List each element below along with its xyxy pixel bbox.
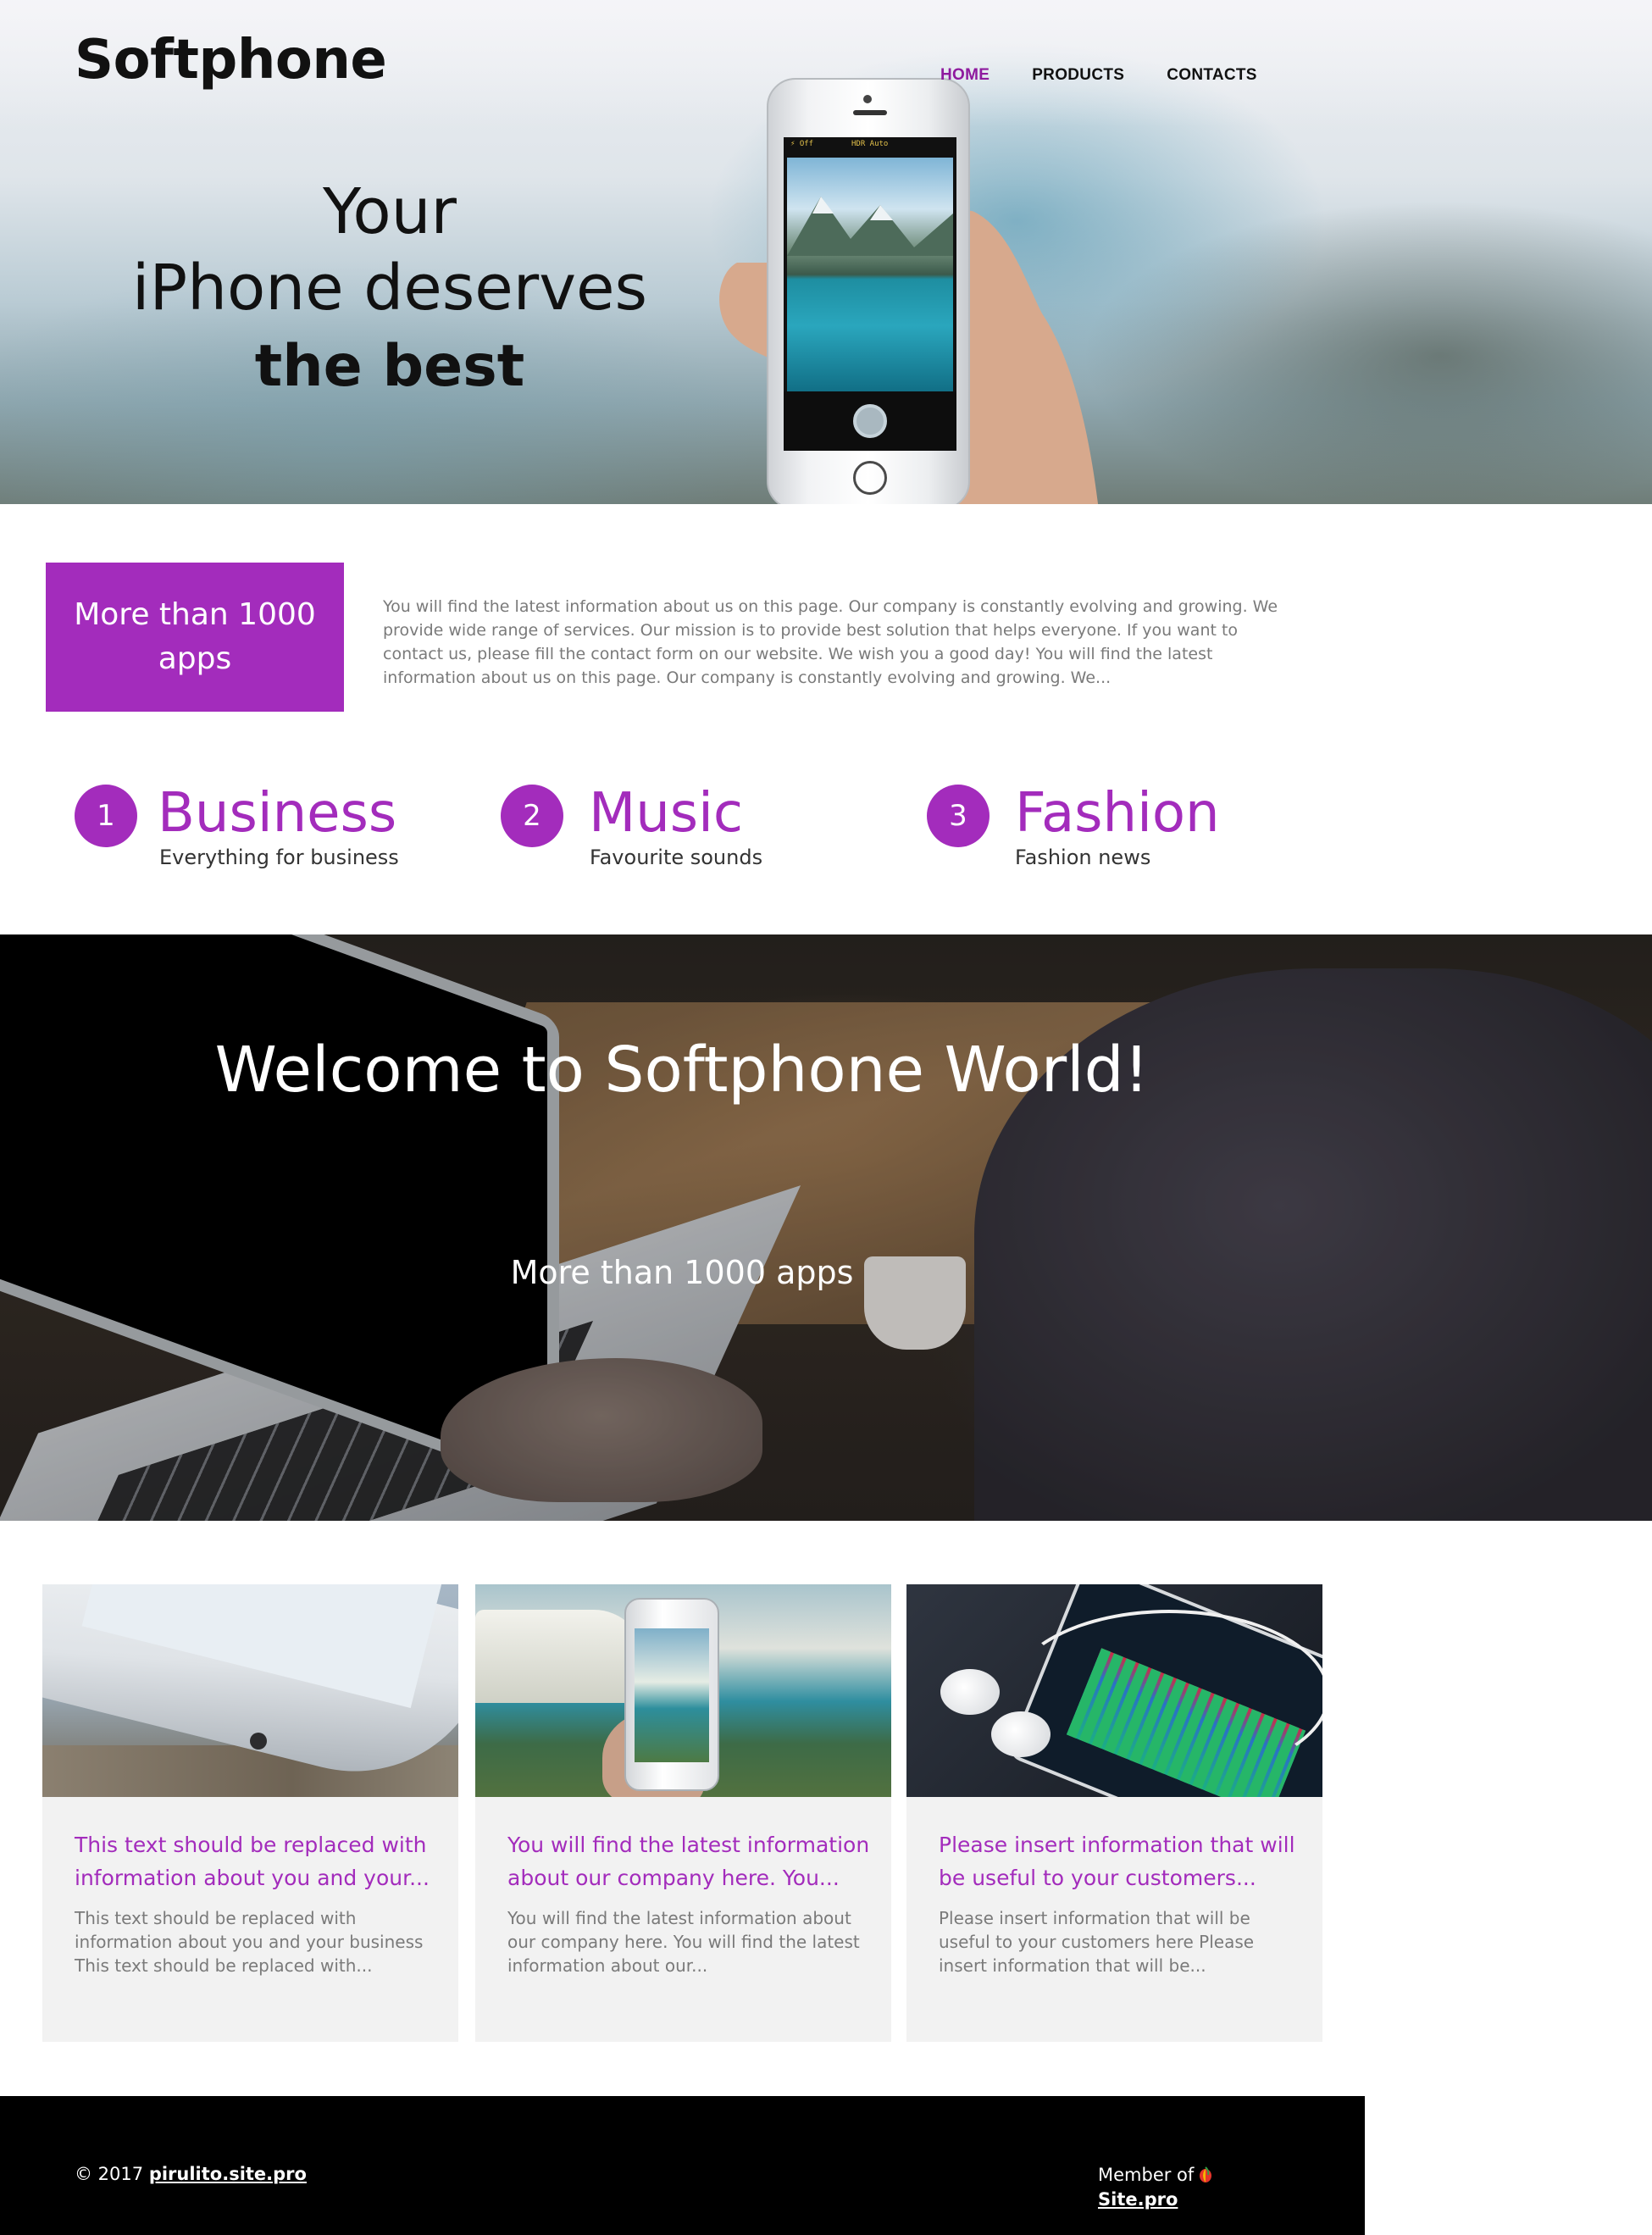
card-image-earbuds xyxy=(906,1584,1322,1797)
card-2[interactable]: You will find the latest information abo… xyxy=(475,1584,891,2042)
iphone-image: ⚡ Off HDR Auto xyxy=(767,78,970,504)
camera-hdr-label: HDR Auto xyxy=(851,140,889,148)
card-title[interactable]: You will find the latest information abo… xyxy=(507,1828,872,1894)
feature-business: 1 Business Everything for business xyxy=(75,781,464,874)
footer-site-link[interactable]: pirulito.site.pro xyxy=(149,2164,307,2184)
main-nav: HOME PRODUCTS CONTACTS xyxy=(940,66,1257,85)
intro-paragraph: You will find the latest information abo… xyxy=(383,597,1278,687)
card-title[interactable]: This text should be replaced with inform… xyxy=(75,1828,439,1894)
feature-number-badge: 1 xyxy=(75,785,137,847)
card-text: Please insert information that will be u… xyxy=(939,1908,1255,1976)
card-image-iphone xyxy=(42,1584,458,1797)
banner-subtitle: More than 1000 apps xyxy=(510,1254,854,1291)
footer-member-link[interactable]: Site.pro xyxy=(1098,2189,1178,2210)
site-pro-logo-icon xyxy=(1199,2166,1212,2182)
card-3[interactable]: Please insert information that will be u… xyxy=(906,1584,1322,2042)
feature-subtitle: Favourite sounds xyxy=(590,846,763,869)
hero-headline: Your iPhone deserves the best xyxy=(131,175,648,400)
banner-title: Welcome to Softphone World! xyxy=(214,1034,1150,1106)
footer-member: Member of Site.pro xyxy=(1098,2163,1212,2212)
nav-products[interactable]: PRODUCTS xyxy=(1032,66,1124,85)
feature-title: Music xyxy=(589,782,744,845)
feature-title: Business xyxy=(158,782,397,845)
card-1[interactable]: This text should be replaced with inform… xyxy=(42,1584,458,2042)
card-text: You will find the latest information abo… xyxy=(507,1908,860,1976)
feature-number-badge: 2 xyxy=(501,785,563,847)
camera-flash-label: ⚡ Off xyxy=(790,140,814,148)
nav-home[interactable]: HOME xyxy=(940,66,990,85)
feature-subtitle: Fashion news xyxy=(1015,846,1151,869)
feature-subtitle: Everything for business xyxy=(159,846,399,869)
footer: © 2017 pirulito.site.pro Member of Site.… xyxy=(0,2096,1365,2235)
feature-music: 2 Music Favourite sounds xyxy=(501,781,890,874)
feature-title: Fashion xyxy=(1015,782,1220,845)
nav-contacts[interactable]: CONTACTS xyxy=(1167,66,1257,85)
card-title[interactable]: Please insert information that will be u… xyxy=(939,1828,1303,1894)
site-logo[interactable]: Softphone xyxy=(75,29,387,92)
footer-copyright: © 2017 pirulito.site.pro xyxy=(75,2164,307,2184)
feature-number-badge: 3 xyxy=(927,785,990,847)
shutter-icon xyxy=(853,404,887,438)
hero-section: ⚡ Off HDR Auto Softphone HOME PRODUCTS C… xyxy=(0,0,1652,504)
card-text: This text should be replaced with inform… xyxy=(75,1908,424,1976)
welcome-banner xyxy=(0,934,1652,1521)
card-image-phone-coast xyxy=(475,1584,891,1797)
home-button-icon xyxy=(853,461,887,495)
promo-box: More than 1000 apps xyxy=(46,563,344,712)
feature-fashion: 3 Fashion Fashion news xyxy=(927,781,1317,874)
